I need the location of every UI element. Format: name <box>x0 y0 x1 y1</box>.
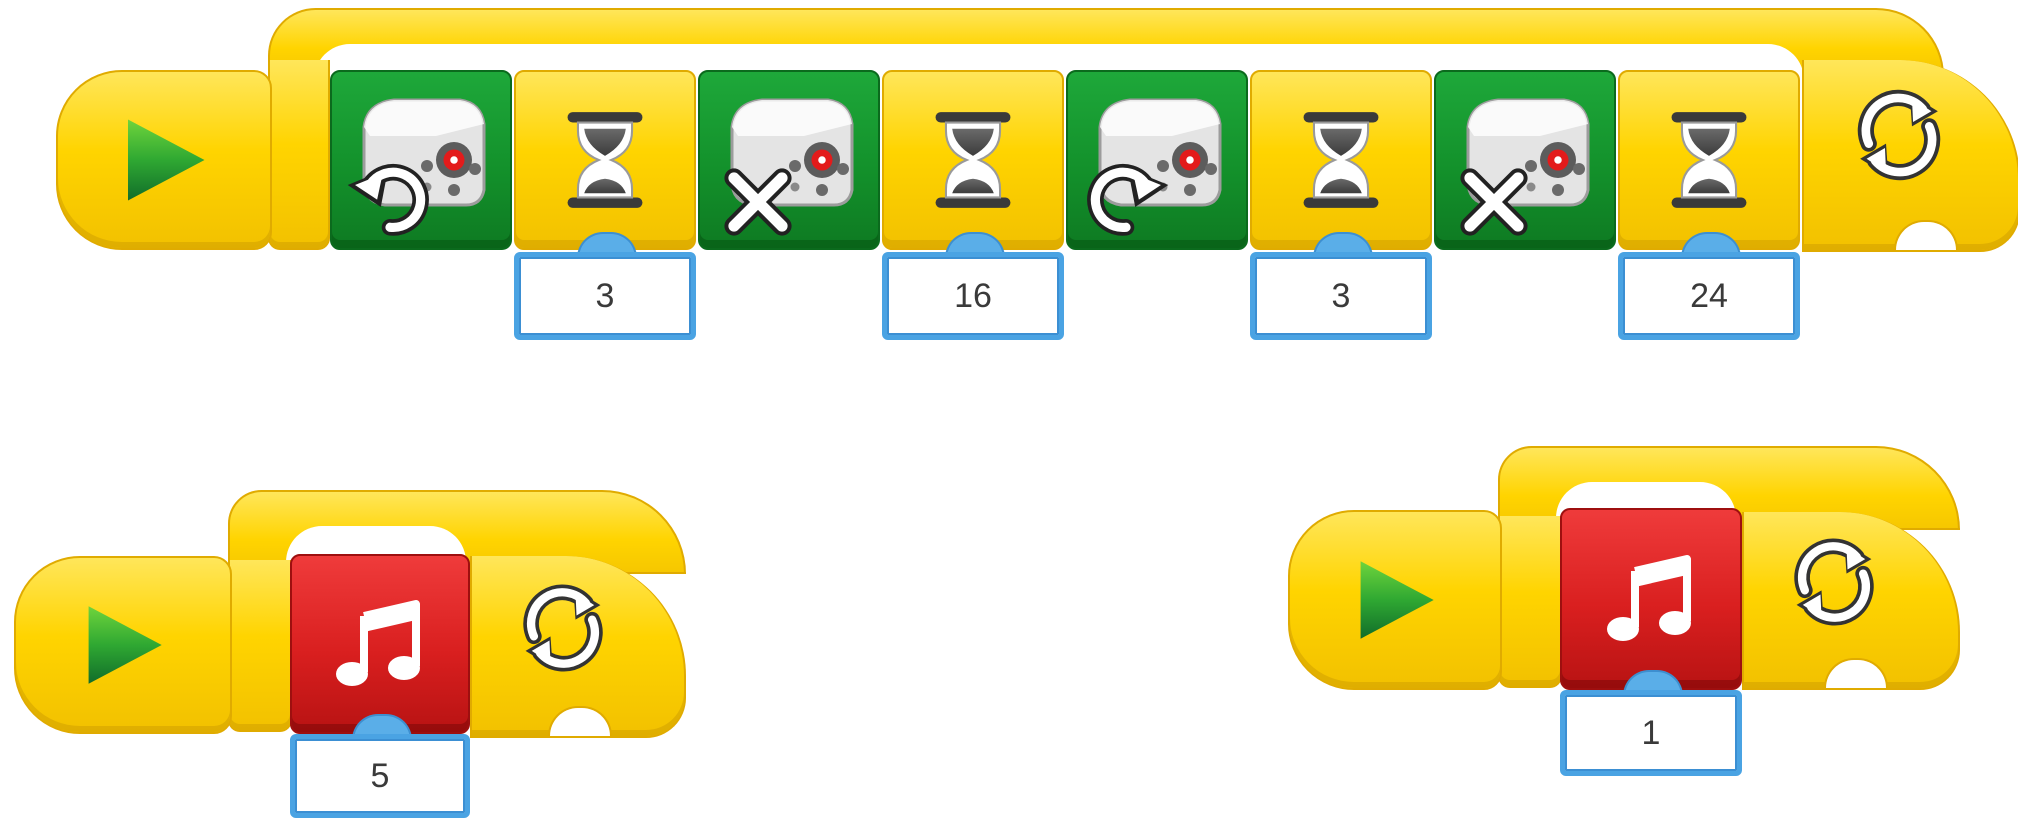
music-note-icon <box>1601 549 1701 649</box>
loop-end-notch <box>1824 658 1888 688</box>
play-icon <box>1352 548 1438 652</box>
loop-block-left-post[interactable] <box>1498 516 1562 688</box>
repeat-icon <box>1782 530 1886 634</box>
play-sound-block[interactable] <box>1560 508 1742 690</box>
program-3: 1 <box>0 0 2018 822</box>
start-block[interactable] <box>1288 510 1502 690</box>
sound-param-input[interactable]: 1 <box>1560 690 1742 776</box>
loop-end-block[interactable] <box>1742 512 1960 690</box>
